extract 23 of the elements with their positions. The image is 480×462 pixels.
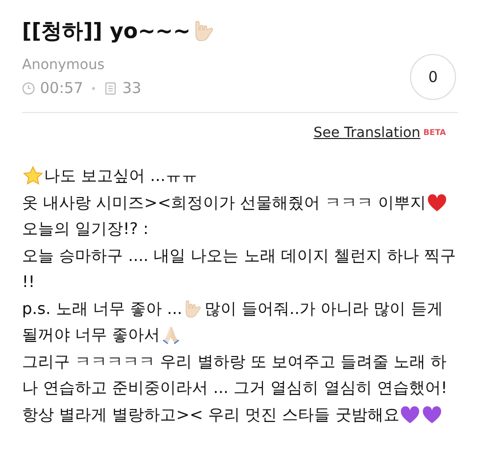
- post-text-line: 나 연습하고 준비중이라서 ... 그거 열심히 열심히 연습했어!: [22, 377, 448, 399]
- author-name: Anonymous: [22, 57, 106, 73]
- post-text-line: 될꺼야 너무 좋아서: [22, 322, 458, 348]
- heart-icon: [399, 404, 422, 426]
- post-time: 00:57: [40, 79, 84, 97]
- post-text-line: 오늘의 일기장!? :: [22, 218, 150, 240]
- document-icon: [104, 82, 118, 94]
- post-text-line: 오늘 승마하구 .... 내일 나오는 노래 데이지 첼런지 하나 찍구: [22, 244, 458, 266]
- post-text-line: 그리구 ㅋㅋㅋㅋㅋ 우리 별하랑 또 보여주고 들려줄 노래 하: [22, 350, 448, 372]
- post-title: [[청하]] yo~~~: [22, 14, 458, 48]
- post-text-line: 옷 내사랑 시미즈><희정이가 선물해줬어 ㅋㅋㅋ 이뿌지: [22, 190, 458, 216]
- like-count-button[interactable]: 0: [410, 54, 456, 100]
- beta-label: BETA: [423, 128, 446, 137]
- post-text-line: 나도 보고싶어 ...ㅠㅠ: [22, 163, 458, 190]
- heart-icon: [421, 404, 444, 426]
- view-count: 33: [122, 79, 142, 97]
- star-icon: [22, 165, 44, 188]
- post-text-line: p.s. 노래 너무 좋아 ... 많이 들어줘..가 아니라 많이 듣게: [22, 296, 458, 322]
- clock-icon: [22, 82, 35, 94]
- post-text-line: 항상 별라게 별랑하고>< 우리 멋진 스타들 굿밤해요: [22, 402, 458, 428]
- see-translation-link[interactable]: See Translation: [314, 125, 420, 141]
- heart-icon: [426, 192, 448, 214]
- post-text-line: !!: [22, 271, 36, 293]
